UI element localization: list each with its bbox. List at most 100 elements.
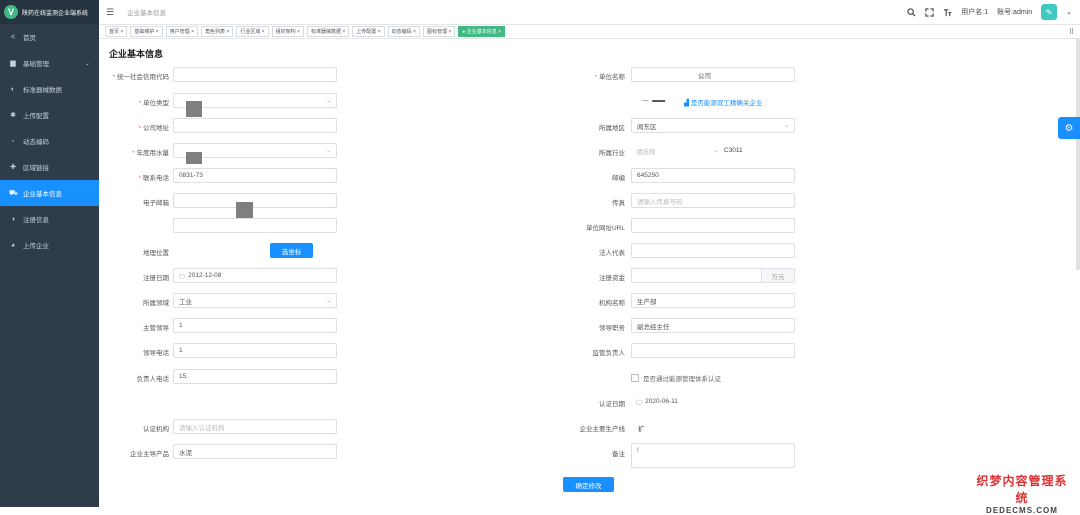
close-icon[interactable]: ×	[156, 29, 159, 35]
sidebar-item[interactable]: ✱ 上传配置	[0, 102, 99, 128]
sidebar-item[interactable]: ◑ 注册信息	[0, 206, 99, 232]
address-input[interactable]	[173, 118, 337, 133]
tag-item[interactable]: 组织架构 ×	[271, 26, 304, 37]
cert-org-input[interactable]: 请输入认证机构	[173, 419, 337, 434]
tag-item[interactable]: 图标管理 ×	[422, 26, 456, 37]
leader-input[interactable]: 1	[173, 318, 337, 333]
sidebar-item[interactable]: ✚ 区域链接	[0, 154, 99, 180]
label-url: 单位网址URL	[585, 225, 625, 232]
label-region: 所属地区	[599, 125, 625, 132]
tags-more-icon[interactable]: ⠿	[1069, 28, 1074, 36]
tag-item[interactable]: ● 企业基本信息 ×	[458, 26, 506, 37]
unit-name-input[interactable]: 公司	[631, 67, 795, 82]
fullscreen-icon[interactable]	[925, 7, 934, 17]
chevron-down-icon: ⌄	[712, 148, 718, 154]
close-icon[interactable]: ×	[342, 29, 345, 35]
reg-capital-input[interactable]: 万元	[631, 268, 795, 283]
sidebar-item[interactable]: ◐ 标准器械数据	[0, 76, 99, 102]
energy-enterprise-link[interactable]: ▟ 是否能源双工精确关企业	[684, 97, 762, 107]
sidebar-item[interactable]: ▆ 基础管理 ⌄	[0, 50, 99, 76]
sector-select[interactable]: 工业 ⌄	[173, 293, 337, 308]
email-input[interactable]	[173, 193, 337, 208]
phone-input[interactable]: 0831-73	[173, 168, 337, 183]
sidebar-item-label: 标准器械数据	[23, 87, 62, 94]
label-geo: 地理位置	[143, 250, 169, 257]
tag-item[interactable]: 上传配置 ×	[352, 26, 385, 37]
leader-title-input[interactable]: 副总经主任	[631, 318, 795, 333]
main-product-line-value[interactable]: 扩	[638, 423, 645, 433]
tag-item[interactable]: 首页 ×	[105, 26, 128, 37]
reg-date-picker[interactable]: ▢ 2012-12-08	[173, 268, 337, 283]
tags-view: 首页 × 基础维护 × 用户管理 × 角色列表 × 行业区域 × 组织架构 × 标准器械数据…	[99, 25, 1080, 39]
close-icon[interactable]: ×	[226, 29, 229, 35]
chevron-down-icon[interactable]: ⌄	[1066, 8, 1072, 16]
sidebar-item-label: 动态编码	[23, 139, 49, 146]
tag-item[interactable]: 标准器械数据 ×	[306, 26, 350, 37]
car-icon: ⛟	[9, 189, 18, 197]
sidebar-item[interactable]: ◕ 上传企业	[0, 232, 99, 258]
tag-label: 组织架构	[275, 29, 296, 35]
legal-rep-input[interactable]	[631, 243, 795, 258]
avatar[interactable]: ✎	[1041, 4, 1058, 20]
search-icon[interactable]	[907, 7, 916, 17]
close-icon[interactable]: ×	[191, 29, 194, 35]
scrollbar[interactable]	[1076, 38, 1080, 270]
tag-label: 用户管理	[169, 29, 190, 35]
tag-label: 行业区域	[240, 29, 261, 35]
sidebar-item-label: 上传配置	[23, 113, 49, 120]
close-icon[interactable]: ×	[262, 29, 265, 35]
submit-button[interactable]: 确定修改	[563, 477, 614, 492]
hamburger-menu-icon[interactable]: ☰	[106, 7, 114, 18]
label-industry: 所属行业	[599, 150, 625, 157]
label-credit-code: 统一社会信用代码	[99, 71, 169, 81]
close-icon[interactable]: ×	[498, 29, 501, 35]
sidebar-item[interactable]: ▫ 动态编码	[0, 128, 99, 154]
sidebar-item-label: 区域链接	[23, 165, 49, 172]
sidebar-item[interactable]: < 首页	[0, 24, 99, 50]
postcode-input[interactable]: 645250	[631, 168, 795, 183]
close-icon[interactable]: ×	[120, 29, 123, 35]
region-select[interactable]: 闻东区 ⌄	[631, 118, 795, 133]
cert-date-picker[interactable]: ▢ 2020-06-11	[631, 394, 731, 409]
region-value: 闻东区	[637, 123, 657, 131]
label-reg-capital: 注册资金	[599, 275, 625, 282]
leader-phone-input[interactable]: 1	[173, 343, 337, 358]
label-reg-date: 注册日期	[143, 275, 169, 282]
industry-select[interactable]: 请选择 ⌄	[631, 143, 723, 158]
label-postcode: 邮编	[612, 175, 625, 182]
label-supervisor: 监管负责人	[592, 350, 626, 357]
supervisor-input[interactable]	[631, 343, 795, 358]
credit-code-input[interactable]	[173, 67, 337, 82]
sidebar-item[interactable]: ⛟ 企业基本信息	[0, 180, 99, 206]
industry-code: C3011	[724, 147, 743, 154]
tag-item[interactable]: 用户管理 ×	[165, 26, 198, 37]
pick-coordinate-button[interactable]: 选坐标	[270, 243, 313, 258]
fax-input[interactable]: 请输入传真号码	[631, 193, 795, 208]
move-icon: ✚	[10, 164, 16, 171]
font-size-icon[interactable]	[943, 8, 952, 17]
sector-value: 工业	[179, 298, 192, 306]
org-name-input[interactable]: 生产部	[631, 293, 795, 308]
tag-item[interactable]: 动态编码 ×	[387, 26, 420, 37]
gear-icon: ⚙	[1064, 122, 1074, 134]
contact-phone-input[interactable]: 15.	[173, 369, 337, 384]
checkbox-box[interactable]	[631, 374, 639, 382]
close-icon[interactable]: ×	[448, 29, 451, 35]
close-icon[interactable]: ×	[297, 29, 300, 35]
remark-textarea[interactable]: !	[631, 443, 795, 468]
cert-checkbox[interactable]: 是否通过能源管理体系认证	[631, 373, 721, 383]
settings-float-button[interactable]: ⚙	[1058, 117, 1080, 139]
tag-label: 动态编码	[391, 29, 412, 35]
tag-item[interactable]: 角色列表 ×	[200, 26, 234, 37]
extra-input[interactable]	[173, 218, 337, 233]
capital-unit: 万元	[761, 269, 794, 282]
cert-checkbox-label: 是否通过能源管理体系认证	[643, 376, 721, 383]
tag-item[interactable]: 行业区域 ×	[236, 26, 269, 37]
label-leader: 主管领导	[143, 325, 169, 332]
url-input[interactable]	[631, 218, 795, 233]
close-icon[interactable]: ×	[413, 29, 416, 35]
close-icon[interactable]: ×	[378, 29, 381, 35]
main-product-input[interactable]: 水泥	[173, 444, 337, 459]
chart-icon: ▆	[10, 60, 16, 67]
tag-item[interactable]: 基础维护 ×	[130, 26, 163, 37]
